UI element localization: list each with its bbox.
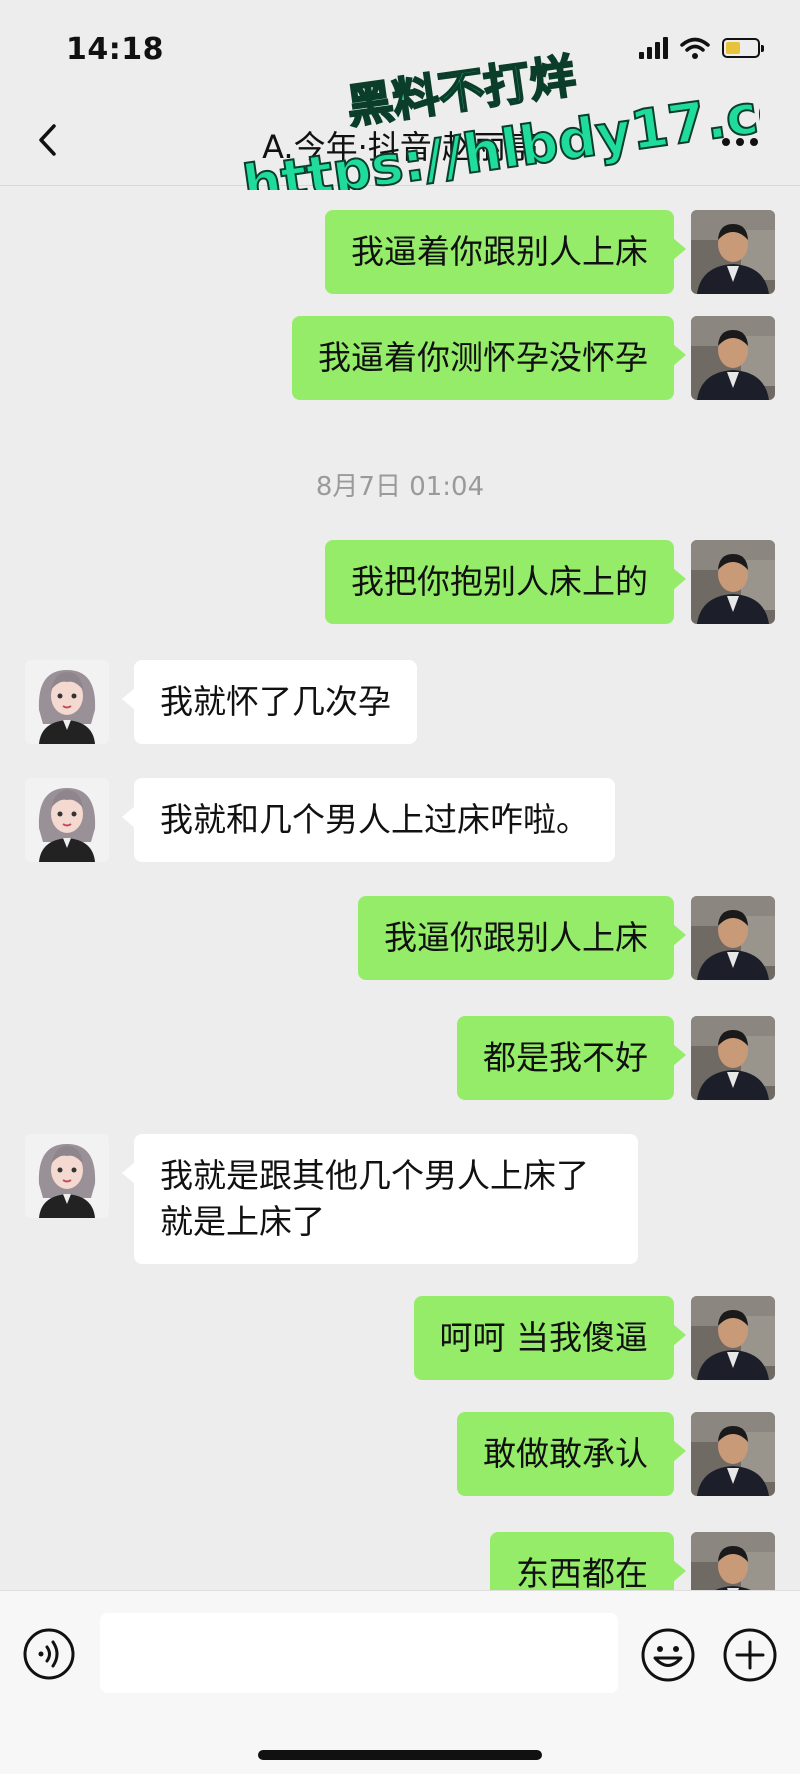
- timestamp: 8月7日 01:04: [315, 472, 485, 502]
- contact-avatar[interactable]: [25, 1134, 109, 1218]
- message-input[interactable]: [100, 1613, 618, 1693]
- message-bubble[interactable]: 我逼着你测怀孕没怀孕: [292, 316, 686, 400]
- chat-area[interactable]: 我逼着你跟别人上床 我逼着你测怀孕没怀孕 8月7日 01:04 我把你抱别人床上…: [0, 186, 800, 1590]
- voice-icon[interactable]: [22, 1627, 76, 1681]
- self-avatar[interactable]: [691, 540, 775, 624]
- message-bubble[interactable]: 我把你抱别人床上的: [325, 540, 686, 624]
- self-avatar[interactable]: [691, 210, 775, 294]
- message-bubble[interactable]: 我就是跟其他几个男人上床了就是上床了: [122, 1134, 638, 1264]
- emoji-icon[interactable]: [640, 1627, 696, 1683]
- status-time: 14:18: [66, 32, 164, 67]
- signal-icon: [639, 37, 668, 59]
- status-bar: 14:18: [0, 0, 800, 100]
- message-bubble[interactable]: 我逼着你跟别人上床: [325, 210, 686, 294]
- message-bubble[interactable]: 都是我不好: [457, 1016, 686, 1100]
- input-bar: [0, 1590, 800, 1774]
- message-bubble[interactable]: 我逼你跟别人上床: [358, 896, 686, 980]
- self-avatar[interactable]: [691, 1296, 775, 1380]
- contact-avatar[interactable]: [25, 778, 109, 862]
- message-bubble[interactable]: 呵呵 当我傻逼: [413, 1296, 686, 1380]
- message-bubble[interactable]: 我就和几个男人上过床咋啦。: [122, 778, 615, 862]
- contact-avatar[interactable]: [25, 660, 109, 744]
- plus-icon[interactable]: [722, 1627, 778, 1683]
- message-bubble[interactable]: 我就怀了几次孕: [122, 660, 417, 744]
- battery-icon: [722, 38, 764, 58]
- self-avatar[interactable]: [691, 1412, 775, 1496]
- message-bubble[interactable]: 东西都在: [490, 1532, 686, 1590]
- wifi-icon: [680, 37, 710, 59]
- nav-bar: A.今年·抖音 赵丽亭: [0, 100, 800, 186]
- chat-title: A.今年·抖音 赵丽亭: [262, 128, 538, 166]
- message-bubble[interactable]: 敢做敢承认: [457, 1412, 686, 1496]
- self-avatar[interactable]: [691, 1532, 775, 1590]
- self-avatar[interactable]: [691, 896, 775, 980]
- home-indicator: [258, 1750, 542, 1760]
- more-icon[interactable]: [718, 122, 762, 162]
- status-icons: [639, 36, 764, 60]
- self-avatar[interactable]: [691, 316, 775, 400]
- self-avatar[interactable]: [691, 1016, 775, 1100]
